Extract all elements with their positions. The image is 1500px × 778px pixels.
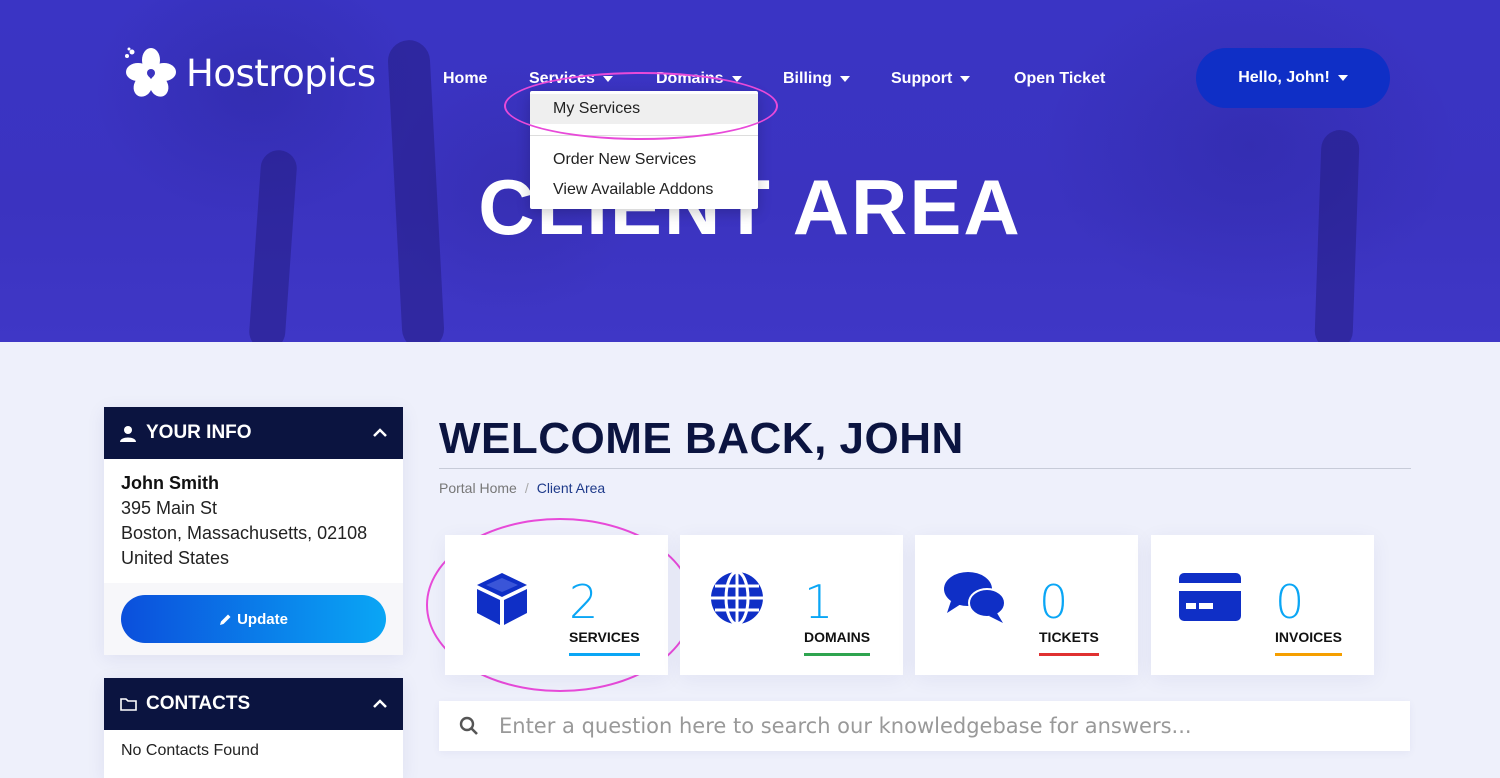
globe-icon	[711, 570, 763, 626]
address-country: United States	[121, 548, 230, 568]
breadcrumb-portal-home[interactable]: Portal Home	[439, 480, 517, 496]
domains-count: 1	[804, 575, 834, 629]
your-info-title: YOUR INFO	[146, 422, 252, 443]
contacts-panel: CONTACTS No Contacts Found	[104, 678, 403, 778]
tickets-label: TICKETS	[1039, 629, 1099, 656]
menu-divider	[530, 135, 758, 136]
menu-item-order-new-services[interactable]: Order New Services	[530, 145, 758, 175]
client-name: John Smith	[121, 473, 219, 493]
nav-billing-label: Billing	[783, 70, 832, 87]
update-button[interactable]: Update	[121, 595, 386, 643]
stat-card-invoices[interactable]: 0 INVOICES	[1151, 535, 1374, 675]
search-icon	[459, 716, 478, 735]
domains-label: DOMAINS	[804, 629, 871, 656]
update-footer: Update	[104, 583, 403, 655]
caret-down-icon	[602, 75, 613, 82]
user-icon	[120, 425, 138, 442]
knowledgebase-search	[439, 701, 1410, 751]
caret-down-icon	[839, 75, 850, 82]
welcome-heading: WELCOME BACK, JOHN	[439, 414, 964, 463]
user-menu-label: Hello, John!	[1238, 69, 1330, 86]
user-menu-button[interactable]: Hello, John!	[1196, 48, 1390, 108]
chat-bubbles-icon	[944, 572, 1006, 623]
hero-bg-palm	[1040, 0, 1460, 310]
chevron-up-icon[interactable]	[373, 696, 387, 712]
nav-open-ticket[interactable]: Open Ticket	[1014, 70, 1105, 88]
nav-home[interactable]: Home	[443, 70, 487, 88]
your-info-panel: YOUR INFO John Smith 395 Main St Boston,…	[104, 407, 403, 655]
chevron-up-icon[interactable]	[373, 425, 387, 441]
breadcrumb-separator: /	[524, 480, 529, 496]
stat-card-services[interactable]: 2 SERVICES	[445, 535, 668, 675]
folder-icon	[120, 697, 138, 711]
update-button-label: Update	[237, 610, 288, 628]
contacts-empty-text: No Contacts Found	[121, 742, 259, 759]
invoices-label: INVOICES	[1275, 629, 1342, 656]
services-count: 2	[569, 575, 599, 629]
menu-item-view-addons[interactable]: View Available Addons	[530, 175, 758, 205]
invoices-underline	[1275, 653, 1342, 656]
stat-card-tickets[interactable]: 0 TICKETS	[915, 535, 1138, 675]
tickets-count: 0	[1039, 575, 1069, 629]
hibiscus-icon	[125, 47, 176, 97]
search-input[interactable]	[497, 713, 1381, 739]
services-dropdown-menu: My Services Order New Services View Avai…	[530, 91, 758, 209]
nav-services-label: Services	[529, 70, 595, 87]
breadcrumb-client-area: Client Area	[536, 480, 606, 496]
caret-down-icon	[1337, 75, 1348, 81]
nav-services[interactable]: Services	[529, 70, 613, 88]
domains-underline	[804, 653, 871, 656]
credit-card-icon	[1179, 573, 1241, 621]
your-info-body: John Smith 395 Main St Boston, Massachus…	[104, 459, 403, 571]
box-icon	[477, 573, 527, 625]
contacts-header[interactable]: CONTACTS	[104, 678, 403, 730]
nav-support-label: Support	[891, 70, 953, 87]
nav-billing[interactable]: Billing	[783, 70, 850, 88]
menu-item-my-services[interactable]: My Services	[530, 94, 758, 124]
heading-divider	[439, 468, 1411, 469]
domains-label-text: DOMAINS	[804, 629, 871, 645]
stat-card-domains[interactable]: 1 DOMAINS	[680, 535, 903, 675]
breadcrumb: Portal Home / Client Area	[439, 480, 605, 496]
nav-support[interactable]: Support	[891, 70, 971, 88]
invoices-count: 0	[1275, 575, 1305, 629]
services-label-text: SERVICES	[569, 629, 640, 645]
your-info-header[interactable]: YOUR INFO	[104, 407, 403, 459]
brand-name: Hostropics	[186, 51, 376, 95]
pencil-icon	[220, 614, 231, 625]
address-line-1: 395 Main St	[121, 498, 218, 518]
tickets-label-text: TICKETS	[1039, 629, 1099, 645]
address-line-2: Boston, Massachusetts, 02108	[121, 523, 368, 543]
nav-domains-label: Domains	[656, 70, 724, 87]
contacts-title: CONTACTS	[146, 693, 251, 714]
invoices-label-text: INVOICES	[1275, 629, 1342, 645]
tickets-underline	[1039, 653, 1099, 656]
services-underline	[569, 653, 640, 656]
services-label: SERVICES	[569, 629, 640, 656]
caret-down-icon	[731, 75, 742, 82]
nav-domains[interactable]: Domains	[656, 70, 742, 88]
brand-logo[interactable]: Hostropics	[124, 46, 376, 100]
caret-down-icon	[960, 75, 971, 82]
